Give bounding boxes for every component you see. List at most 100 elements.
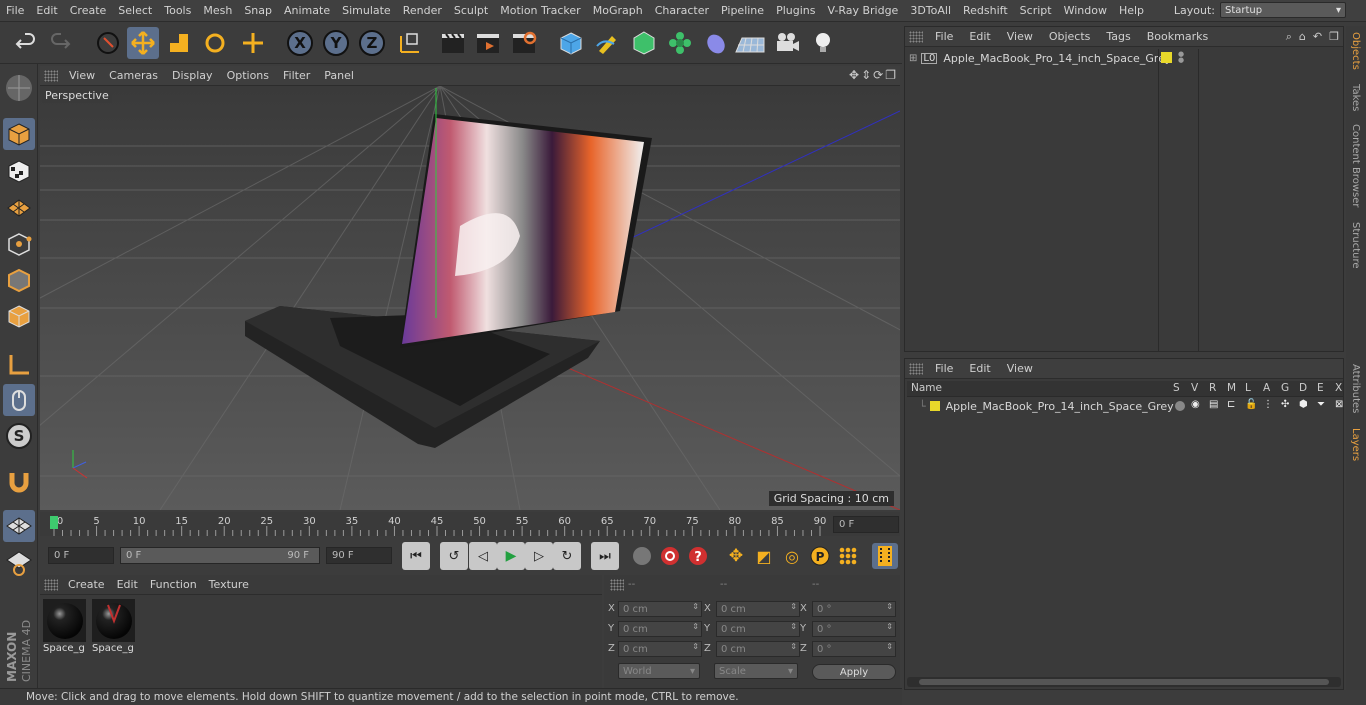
z-axis-lock-button[interactable]: Z: [356, 27, 388, 59]
edges-mode-button[interactable]: [3, 264, 35, 296]
snapping-button[interactable]: S: [3, 420, 35, 452]
lock-icon[interactable]: 🔓: [1245, 399, 1257, 410]
cube-primitive-button[interactable]: [555, 27, 587, 59]
next-key-button[interactable]: ↻: [553, 542, 581, 570]
tab-layers[interactable]: Layers: [1350, 428, 1361, 461]
deformers-icon[interactable]: ⬢: [1299, 399, 1308, 410]
axis-mode-button[interactable]: [3, 348, 35, 380]
prev-key-button[interactable]: ↺: [440, 542, 468, 570]
layer-column-r[interactable]: R: [1209, 382, 1216, 394]
viewport-menu-display[interactable]: Display: [165, 69, 220, 82]
coord-field[interactable]: 0 cm ⇕: [618, 621, 702, 637]
polygons-mode-button[interactable]: [3, 300, 35, 332]
maximize-icon[interactable]: ❐: [885, 68, 896, 82]
menu-select[interactable]: Select: [112, 4, 158, 17]
menu-3dtoall[interactable]: 3DToAll: [904, 4, 957, 17]
menu-simulate[interactable]: Simulate: [336, 4, 397, 17]
viewport-menu-panel[interactable]: Panel: [317, 69, 361, 82]
solo-icon[interactable]: [1175, 401, 1185, 411]
menu-mograph[interactable]: MoGraph: [587, 4, 649, 17]
material-menu-create[interactable]: Create: [62, 578, 111, 591]
layer-column-m[interactable]: M: [1227, 382, 1236, 394]
menu-motion-tracker[interactable]: Motion Tracker: [494, 4, 586, 17]
floor-button[interactable]: [734, 27, 766, 59]
model-mode-button[interactable]: [3, 118, 35, 150]
object-menu-objects[interactable]: Objects: [1041, 30, 1099, 43]
render-icon[interactable]: ▤: [1209, 399, 1218, 410]
object-menu-file[interactable]: File: [927, 30, 961, 43]
layer-column-g[interactable]: G: [1281, 382, 1289, 394]
menu-edit[interactable]: Edit: [30, 4, 63, 17]
menu-sculpt[interactable]: Sculpt: [448, 4, 494, 17]
frame-marker[interactable]: [50, 516, 58, 529]
tab-content-browser[interactable]: Content Browser: [1350, 124, 1361, 207]
world-dropdown[interactable]: World ▾: [618, 663, 700, 679]
menu-create[interactable]: Create: [64, 4, 113, 17]
coord-field[interactable]: 0 cm ⇕: [716, 601, 800, 617]
move-tool-button[interactable]: [127, 27, 159, 59]
generators-icon[interactable]: ✣: [1281, 399, 1289, 410]
apply-button[interactable]: Apply: [812, 664, 896, 680]
locked-workplane-button[interactable]: [3, 546, 35, 578]
coord-field[interactable]: 0 ° ⇕: [812, 601, 896, 617]
material-menu-function[interactable]: Function: [144, 578, 203, 591]
make-editable-button[interactable]: [3, 72, 35, 104]
render-to-picture-viewer-button[interactable]: [472, 27, 504, 59]
object-menu-edit[interactable]: Edit: [961, 30, 998, 43]
search-icon[interactable]: ⌕: [1286, 30, 1292, 44]
layer-column-v[interactable]: V: [1191, 382, 1198, 394]
material-swatch[interactable]: Space_g: [92, 599, 135, 654]
layer-color-icon[interactable]: [1161, 52, 1172, 63]
subdivision-button[interactable]: [628, 27, 660, 59]
play-button[interactable]: ▶: [497, 542, 525, 570]
scale-dropdown[interactable]: Scale ▾: [714, 663, 798, 679]
expand-icon[interactable]: ⊞: [909, 53, 917, 64]
render-settings-button[interactable]: [508, 27, 540, 59]
object-menu-view[interactable]: View: [999, 30, 1041, 43]
menu-tools[interactable]: Tools: [158, 4, 197, 17]
expressions-icon[interactable]: ⏷: [1317, 399, 1325, 410]
coord-field[interactable]: 0 ° ⇕: [812, 641, 896, 657]
spline-pen-button[interactable]: [591, 27, 623, 59]
go-to-start-button[interactable]: ⏮: [402, 542, 430, 570]
tab-takes[interactable]: Takes: [1350, 84, 1361, 111]
scale-tool-button[interactable]: [163, 27, 195, 59]
current-frame-field[interactable]: 0 F: [833, 516, 899, 533]
next-frame-button[interactable]: ▷: [525, 542, 553, 570]
material-menu-texture[interactable]: Texture: [203, 578, 255, 591]
layer-column-x[interactable]: X: [1335, 382, 1342, 394]
layer-menu-view[interactable]: View: [999, 362, 1041, 375]
3d-scene[interactable]: Perspective Grid Spacing : 10 cm: [40, 86, 900, 510]
layer-column-e[interactable]: E: [1317, 382, 1324, 394]
prev-frame-button[interactable]: ◁: [469, 542, 497, 570]
frame-range-slider[interactable]: 0 F 90 F: [120, 547, 320, 564]
redo-button[interactable]: [44, 27, 76, 59]
layer-column-name[interactable]: Name: [911, 382, 942, 394]
tweak-mode-button[interactable]: [3, 384, 35, 416]
end-frame-field[interactable]: 90 F: [326, 547, 392, 564]
home-icon[interactable]: ⌂: [1299, 30, 1306, 44]
viewport-menu-options[interactable]: Options: [220, 69, 276, 82]
layer-menu-file[interactable]: File: [927, 362, 961, 375]
tab-attributes[interactable]: Attributes: [1350, 364, 1361, 413]
layout-dropdown[interactable]: Startup ▾: [1220, 2, 1346, 18]
coord-field[interactable]: 0 cm ⇕: [716, 641, 800, 657]
material-menu-edit[interactable]: Edit: [111, 578, 144, 591]
texture-mode-button[interactable]: [3, 155, 35, 187]
rotate-tool-button[interactable]: [199, 27, 231, 59]
arrow-icon[interactable]: ↶: [1313, 30, 1322, 44]
layer-column-s[interactable]: S: [1173, 382, 1180, 394]
coordinate-system-button[interactable]: [394, 27, 426, 59]
timeline-window-button[interactable]: [872, 543, 898, 569]
horizontal-scrollbar[interactable]: [907, 677, 1341, 687]
menu-redshift[interactable]: Redshift: [957, 4, 1014, 17]
cloner-button[interactable]: [664, 27, 696, 59]
pan-icon[interactable]: ✥: [849, 68, 859, 82]
menu-help[interactable]: Help: [1113, 4, 1150, 17]
workplane-mode-button[interactable]: [3, 191, 35, 223]
key-pla-button[interactable]: [835, 543, 861, 569]
zoom-icon[interactable]: ⇕: [861, 68, 871, 82]
layer-column-l[interactable]: L: [1245, 382, 1251, 394]
go-to-end-button[interactable]: ⏭: [591, 542, 619, 570]
menu-plugins[interactable]: Plugins: [770, 4, 821, 17]
